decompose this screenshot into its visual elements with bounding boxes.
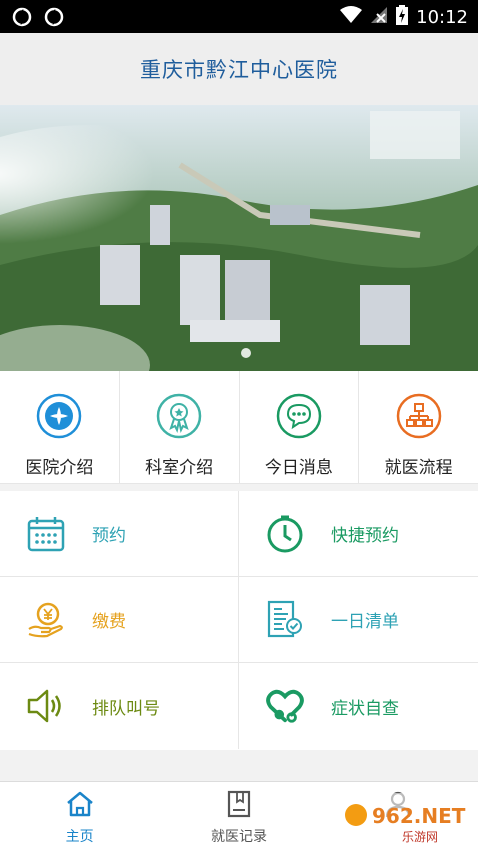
page-title: 重庆市黔江中心医院 — [140, 58, 338, 82]
ribbon-badge-icon — [156, 393, 202, 443]
chat-bubble-icon — [276, 393, 322, 443]
nav-label: 今日消息 — [264, 458, 333, 478]
yen-coin-hand-icon — [26, 600, 66, 640]
hospital-cross-icon — [36, 393, 82, 443]
heart-stethoscope-icon — [265, 686, 305, 726]
nav-department-intro[interactable]: 科室介绍 — [120, 371, 240, 483]
service-label: 快捷预约 — [331, 526, 399, 546]
services-row: 预约 快捷预约 — [0, 491, 478, 577]
service-quick-appointment[interactable]: 快捷预约 — [239, 491, 478, 576]
wifi-icon — [340, 6, 363, 28]
service-label: 一日清单 — [331, 612, 399, 632]
service-appointment[interactable]: 预约 — [0, 491, 239, 576]
service-symptom-check[interactable]: 症状自查 — [239, 663, 478, 749]
no-signal-icon — [370, 6, 388, 28]
service-payment[interactable]: 缴费 — [0, 577, 239, 662]
quick-nav-grid: 医院介绍 科室介绍 今日消息 就医流程 — [0, 371, 478, 484]
nav-visit-process[interactable]: 就医流程 — [359, 371, 478, 483]
services-grid: 预约 快捷预约 缴费 一日清单 排队叫号 症状自查 — [0, 491, 478, 750]
services-row: 排队叫号 症状自查 — [0, 663, 478, 749]
nav-label: 科室介绍 — [145, 458, 214, 478]
hospital-banner-image[interactable] — [0, 105, 478, 371]
clock-icon — [265, 514, 305, 554]
tab-medical-records[interactable]: 就医记录 — [159, 782, 318, 849]
home-icon — [65, 790, 95, 822]
service-label: 症状自查 — [331, 698, 399, 719]
tab-label: 主页 — [65, 829, 94, 845]
sync-icon — [12, 7, 32, 31]
watermark-sub: 乐游网 — [402, 830, 438, 844]
flowchart-icon — [396, 393, 442, 443]
service-label: 缴费 — [92, 612, 126, 632]
clock-time: 10:12 — [416, 6, 468, 28]
tab-home[interactable]: 主页 — [0, 782, 159, 849]
calendar-icon — [26, 514, 66, 554]
nav-label: 就医流程 — [384, 458, 453, 478]
nav-label: 医院介绍 — [25, 458, 94, 478]
service-label: 预约 — [92, 526, 126, 546]
watermark-brand: 962.NET — [372, 804, 466, 828]
tab-label: 就医记录 — [210, 829, 267, 845]
speaker-icon — [26, 686, 66, 726]
service-daily-list[interactable]: 一日清单 — [239, 577, 478, 662]
watermark-logo: 962.NET 乐游网 — [342, 793, 472, 845]
services-row: 缴费 一日清单 — [0, 577, 478, 663]
battery-charging-icon — [396, 5, 409, 29]
service-queue-call[interactable]: 排队叫号 — [0, 663, 239, 749]
nav-hospital-intro[interactable]: 医院介绍 — [0, 371, 120, 483]
service-label: 排队叫号 — [92, 698, 160, 719]
checklist-icon — [265, 600, 305, 640]
sync-icon — [44, 7, 64, 31]
nav-today-news[interactable]: 今日消息 — [240, 371, 360, 483]
app-header: 重庆市黔江中心医院 — [0, 33, 478, 105]
status-bar: 10:12 — [0, 0, 478, 33]
record-book-icon — [225, 790, 253, 822]
